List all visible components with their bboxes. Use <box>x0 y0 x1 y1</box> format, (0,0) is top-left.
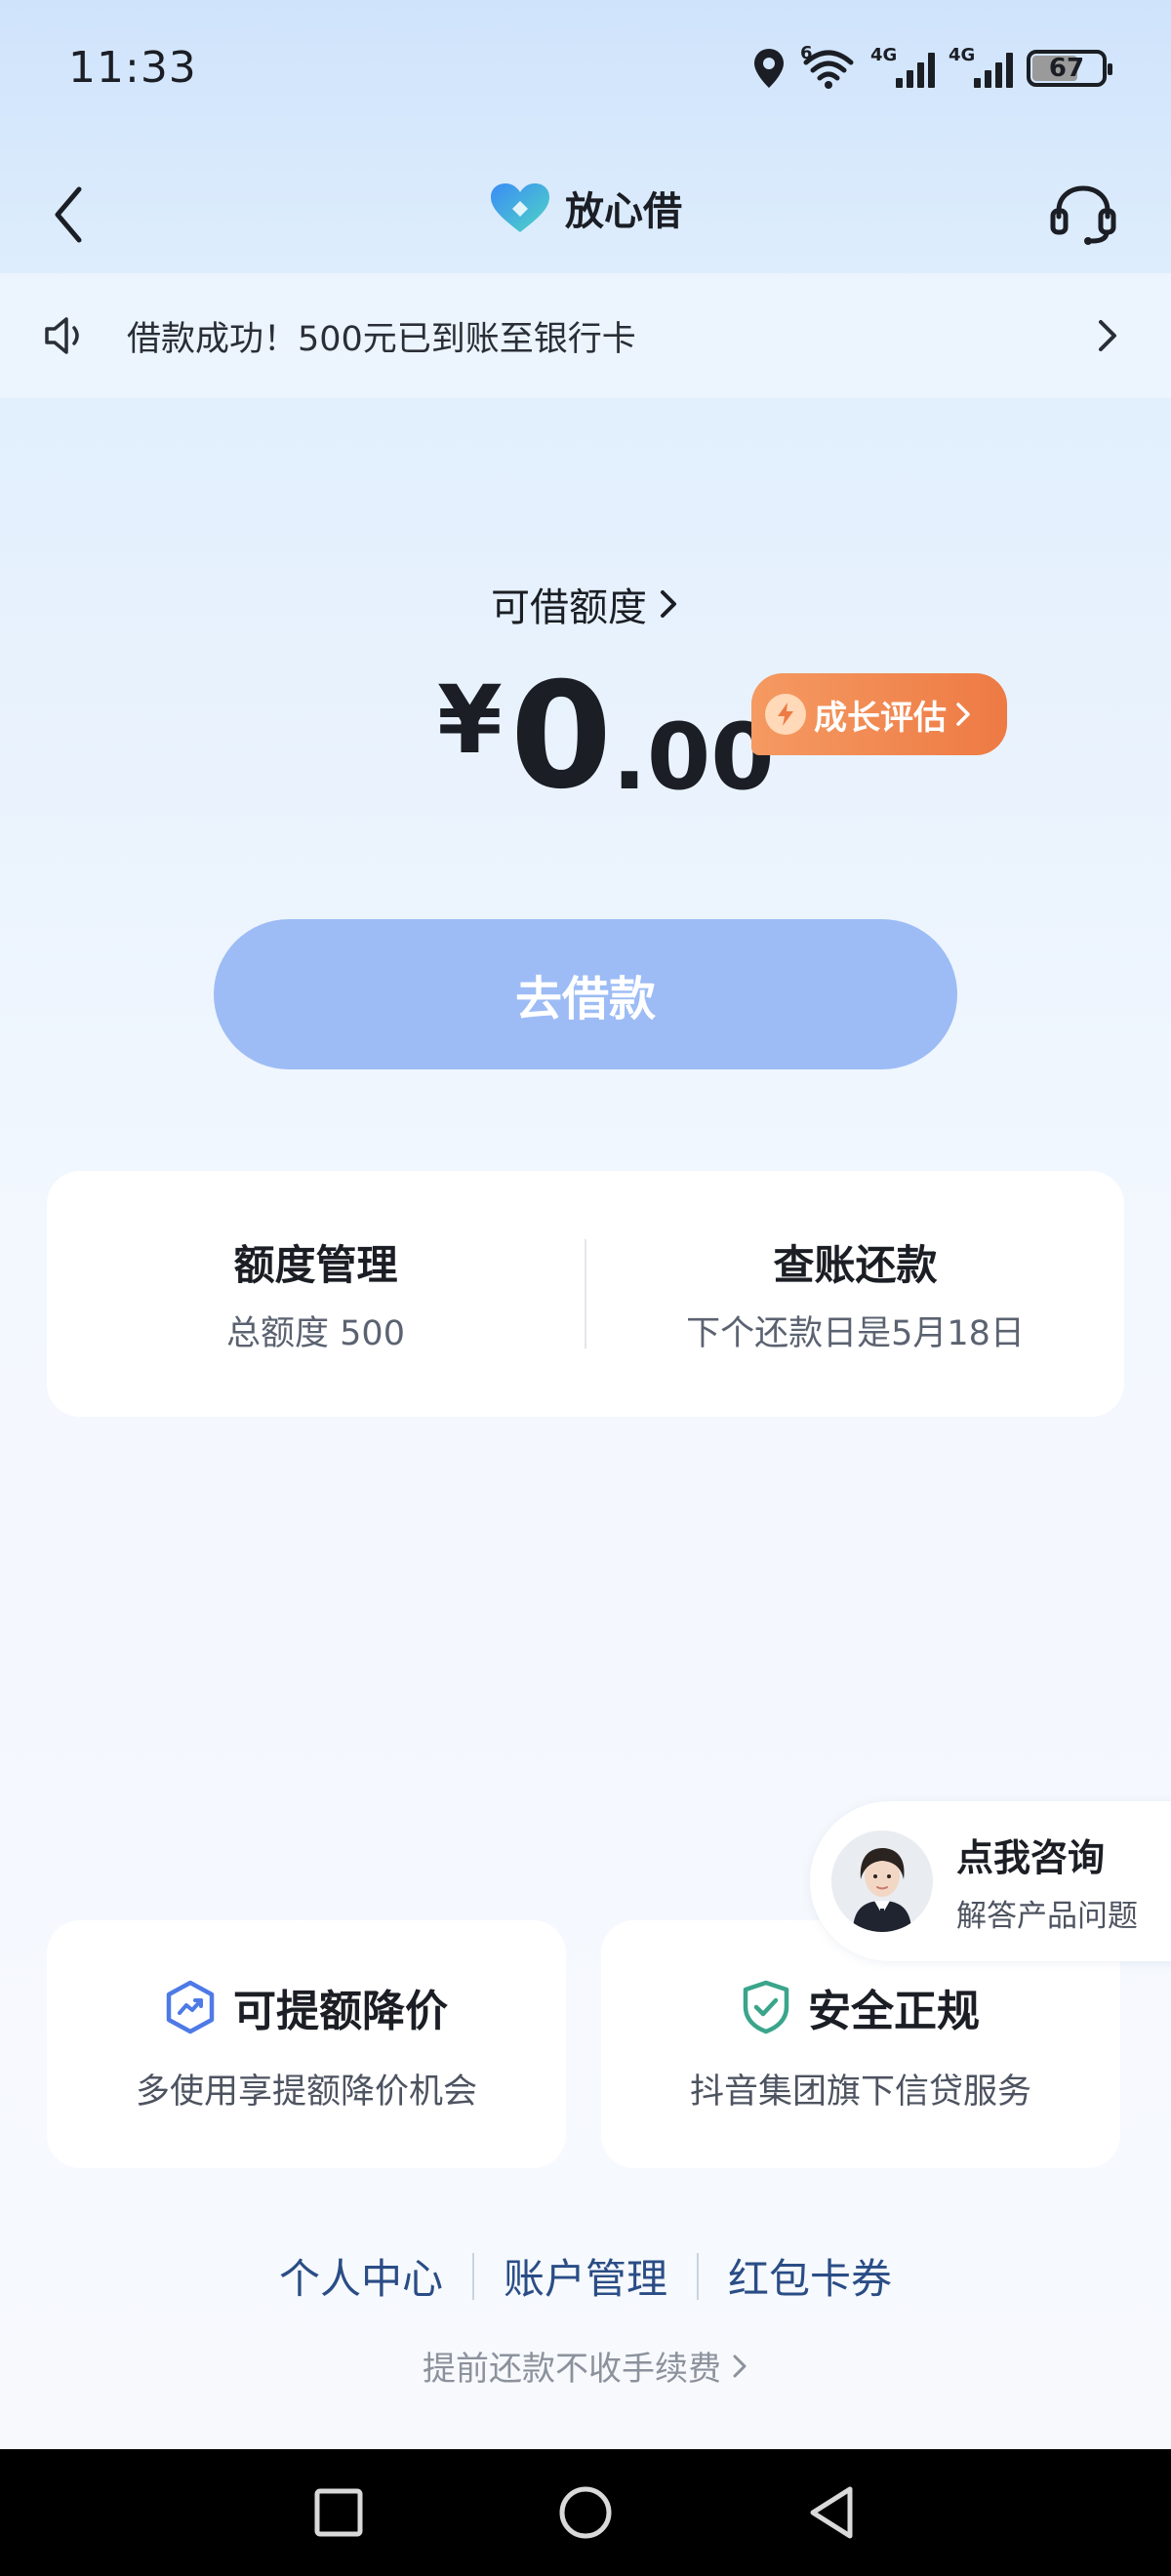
consult-title: 点我咨询 <box>956 1836 1106 1879</box>
square-icon <box>314 2488 363 2537</box>
amount-decimal: .00 <box>612 704 775 811</box>
quick-action-subtitle: 总额度 500 <box>226 1314 405 1353</box>
feature-subtitle: 抖音集团旗下信贷服务 <box>689 2072 1031 2112</box>
battery-icon: 67 <box>1027 50 1112 87</box>
chevron-right-icon <box>1099 320 1116 351</box>
growth-label: 成长评估 <box>814 698 947 738</box>
trend-up-icon <box>166 1980 215 2033</box>
chevron-right-icon <box>733 2355 747 2377</box>
credit-label-link[interactable]: 可借额度 <box>0 576 1171 632</box>
battery-level: 67 <box>1048 54 1085 83</box>
amount-integer: 0 <box>509 652 613 822</box>
credit-label: 可借额度 <box>491 585 647 630</box>
network-1-label: 4G <box>870 45 898 65</box>
cell-signal-1-icon: 4G <box>870 45 935 88</box>
bill-repayment-item[interactable]: 查账还款 下个还款日是5月18日 <box>586 1171 1124 1417</box>
feature-title: 可提额降价 <box>233 1986 448 2036</box>
credit-amount: ¥ 0 .00 <box>437 664 775 810</box>
consult-text: 点我咨询 解答产品问题 <box>956 1828 1138 1935</box>
prepay-note: 提前还款不收手续费 <box>423 2350 721 2389</box>
location-icon <box>754 49 784 88</box>
chevron-right-icon <box>661 590 676 618</box>
wifi-icon: 6 <box>800 43 857 90</box>
app-name: 放心借 <box>565 189 682 234</box>
status-icons: 6 4G 4G 67 <box>751 43 1112 94</box>
lightning-icon <box>765 694 806 735</box>
heart-logo-icon <box>491 183 549 232</box>
triangle-back-icon <box>810 2486 853 2539</box>
borrow-button[interactable]: 去借款 <box>214 919 957 1069</box>
quick-actions-card: 额度管理 总额度 500 查账还款 下个还款日是5月18日 <box>47 1171 1124 1417</box>
circle-icon <box>559 2486 612 2539</box>
feature-header: 安全正规 <box>742 1976 980 2038</box>
link-personal-center[interactable]: 个人中心 <box>250 2246 472 2306</box>
link-account-management[interactable]: 账户管理 <box>474 2246 697 2306</box>
footer-links: 个人中心 账户管理 红包卡券 <box>0 2246 1171 2306</box>
home-button[interactable] <box>542 2469 629 2556</box>
feature-header: 可提额降价 <box>165 1976 448 2038</box>
growth-assessment-badge[interactable]: 成长评估 <box>751 673 1007 755</box>
speaker-icon <box>45 317 79 354</box>
wifi-tag: 6 <box>800 43 813 63</box>
shield-check-icon <box>743 1980 789 2033</box>
feature-title: 安全正规 <box>808 1986 980 2036</box>
system-nav-bar <box>0 2449 1171 2576</box>
quota-management-item[interactable]: 额度管理 总额度 500 <box>47 1171 585 1417</box>
chevron-right-icon <box>956 703 970 726</box>
notice-text: 借款成功！500元已到账至银行卡 <box>127 319 636 359</box>
consult-subtitle: 解答产品问题 <box>956 1899 1138 1934</box>
cell-signal-2-icon: 4G <box>949 45 1013 88</box>
customer-service-button[interactable] <box>1044 174 1122 256</box>
headset-icon <box>1050 185 1116 245</box>
feature-subtitle: 多使用享提额降价机会 <box>135 2072 477 2112</box>
prepay-note-link[interactable]: 提前还款不收手续费 <box>0 2342 1171 2390</box>
recent-apps-button[interactable] <box>295 2469 383 2556</box>
network-2-label: 4G <box>949 45 976 65</box>
quick-action-title: 查账还款 <box>773 1241 938 1289</box>
currency-symbol: ¥ <box>437 665 503 775</box>
notice-bar[interactable]: 借款成功！500元已到账至银行卡 <box>0 273 1171 398</box>
status-bar: 11:33 6 4G 4G 67 <box>0 0 1171 137</box>
feature-card-raise-limit[interactable]: 可提额降价 多使用享提额降价机会 <box>47 1920 566 2168</box>
link-coupons[interactable]: 红包卡券 <box>699 2246 921 2306</box>
quick-action-subtitle: 下个还款日是5月18日 <box>686 1314 1025 1353</box>
app-header: 放心借 <box>0 156 1171 273</box>
status-time: 11:33 <box>68 43 197 93</box>
avatar <box>831 1831 933 1932</box>
brand: 放心借 <box>0 180 1171 236</box>
consult-floating-button[interactable]: 点我咨询 解答产品问题 <box>810 1801 1171 1961</box>
quick-action-title: 额度管理 <box>233 1241 398 1289</box>
back-nav-button[interactable] <box>788 2469 876 2556</box>
